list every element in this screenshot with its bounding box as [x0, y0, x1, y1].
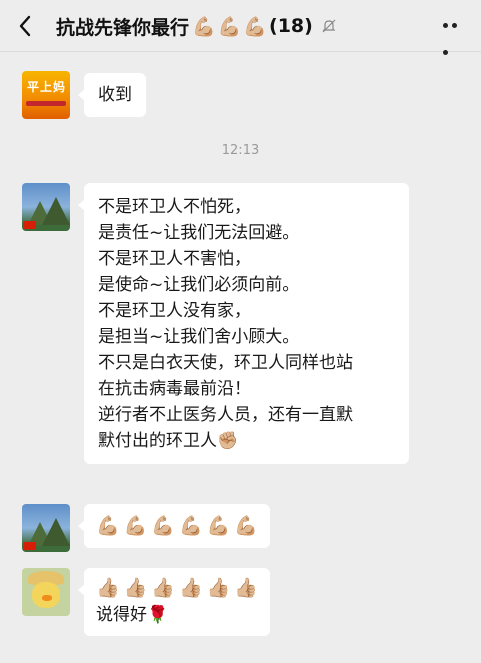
flexed-biceps-icon: 💪🏼 [123, 515, 148, 537]
mute-bell-icon [322, 19, 336, 33]
thumbs-up-icon: 👍🏼 [206, 577, 231, 599]
message-line: 不只是白衣天使，环卫人同样也站 [98, 353, 353, 373]
message-line: 是使命~让我们必须向前。 [98, 275, 300, 295]
message-bubble[interactable]: 不是环卫人不怕死， 是责任~让我们无法回避。 不是环卫人不害怕， 是使命~让我们… [78, 183, 409, 464]
back-button[interactable] [14, 12, 38, 40]
avatar-beak [42, 595, 52, 601]
duck-hat-avatar[interactable] [22, 568, 70, 616]
member-count: (18) [269, 15, 313, 37]
landscape-avatar[interactable] [22, 504, 70, 552]
avatar-mountain [42, 197, 70, 225]
avatar-flag [24, 221, 36, 229]
avatar-banner [26, 101, 66, 106]
chat-header: 抗战先锋你最行 💪🏼 💪🏼 💪🏼 (18) [0, 0, 481, 55]
message-row: 不是环卫人不怕死， 是责任~让我们无法回避。 不是环卫人不害怕， 是使命~让我们… [22, 183, 409, 464]
message-line: 默付出的环卫人✊🏼 [98, 431, 239, 451]
message-row: 👍🏼 👍🏼 👍🏼 👍🏼 👍🏼 👍🏼 说得好🌹 [22, 568, 271, 636]
message-line: 逆行者不止医务人员，还有一直默 [98, 405, 353, 425]
message-row: 💪🏼 💪🏼 💪🏼 💪🏼 💪🏼 💪🏼 [22, 504, 271, 552]
message-bubble[interactable]: 收到 [78, 73, 146, 117]
message-line: 不是环卫人不害怕， [98, 249, 251, 269]
chat-title-text: 抗战先锋你最行 [56, 16, 190, 39]
flexed-biceps-icon: 💪🏼 [179, 515, 203, 537]
more-dot [452, 23, 457, 28]
message-line: 是担当~让我们舍小顾大。 [98, 327, 300, 347]
emoji-row: 💪🏼 💪🏼 💪🏼 💪🏼 💪🏼 💪🏼 [96, 514, 258, 538]
more-dots-icon [443, 23, 448, 28]
flexed-biceps-icon: 💪🏼 [206, 515, 231, 537]
more-dot [443, 50, 448, 55]
thumbs-up-icon: 👍🏼 [151, 577, 176, 599]
message-text: 说得好🌹 [96, 605, 169, 625]
thumbs-up-icon: 👍🏼 [96, 577, 120, 599]
timestamp: 12:13 [221, 143, 260, 158]
title-emojis: 💪🏼 💪🏼 💪🏼 [192, 15, 267, 38]
message-bubble[interactable]: 👍🏼 👍🏼 👍🏼 👍🏼 👍🏼 👍🏼 说得好🌹 [77, 568, 271, 636]
flexed-biceps-icon: 💪🏼 [96, 515, 120, 537]
flexed-biceps-icon: 💪🏼 [234, 515, 259, 537]
flexed-biceps-icon: 💪🏼 [151, 515, 176, 537]
chevron-left-icon [19, 15, 31, 37]
landscape-avatar[interactable] [22, 183, 70, 231]
flexed-biceps-icon: 💪🏼 [217, 15, 242, 38]
flexed-biceps-icon: 💪🏼 [243, 15, 268, 38]
more-options-button[interactable] [441, 14, 467, 55]
message-row: 平上妈 收到 [22, 71, 146, 119]
avatar-flag [24, 542, 36, 550]
message-line: 不是环卫人不怕死， [98, 197, 251, 217]
message-line: 是责任~让我们无法回避。 [98, 223, 300, 243]
avatar-mountain [42, 518, 70, 546]
thumbs-up-icon: 👍🏼 [234, 577, 259, 599]
chat-title: 抗战先锋你最行 💪🏼 💪🏼 💪🏼 (18) [56, 11, 337, 41]
thumbs-up-icon: 👍🏼 [123, 577, 148, 599]
message-line: 在抗击病毒最前沿！ [98, 379, 251, 399]
flexed-biceps-icon: 💪🏼 [192, 15, 216, 38]
message-line: 不是环卫人没有家， [98, 301, 251, 321]
emoji-row: 👍🏼 👍🏼 👍🏼 👍🏼 👍🏼 👍🏼 [96, 576, 258, 600]
message-text: 收到 [98, 85, 132, 105]
orange-logo-avatar[interactable]: 平上妈 [22, 71, 70, 119]
message-bubble[interactable]: 💪🏼 💪🏼 💪🏼 💪🏼 💪🏼 💪🏼 [77, 504, 271, 548]
avatar-text: 平上妈 [27, 80, 67, 94]
thumbs-up-icon: 👍🏼 [179, 577, 203, 599]
